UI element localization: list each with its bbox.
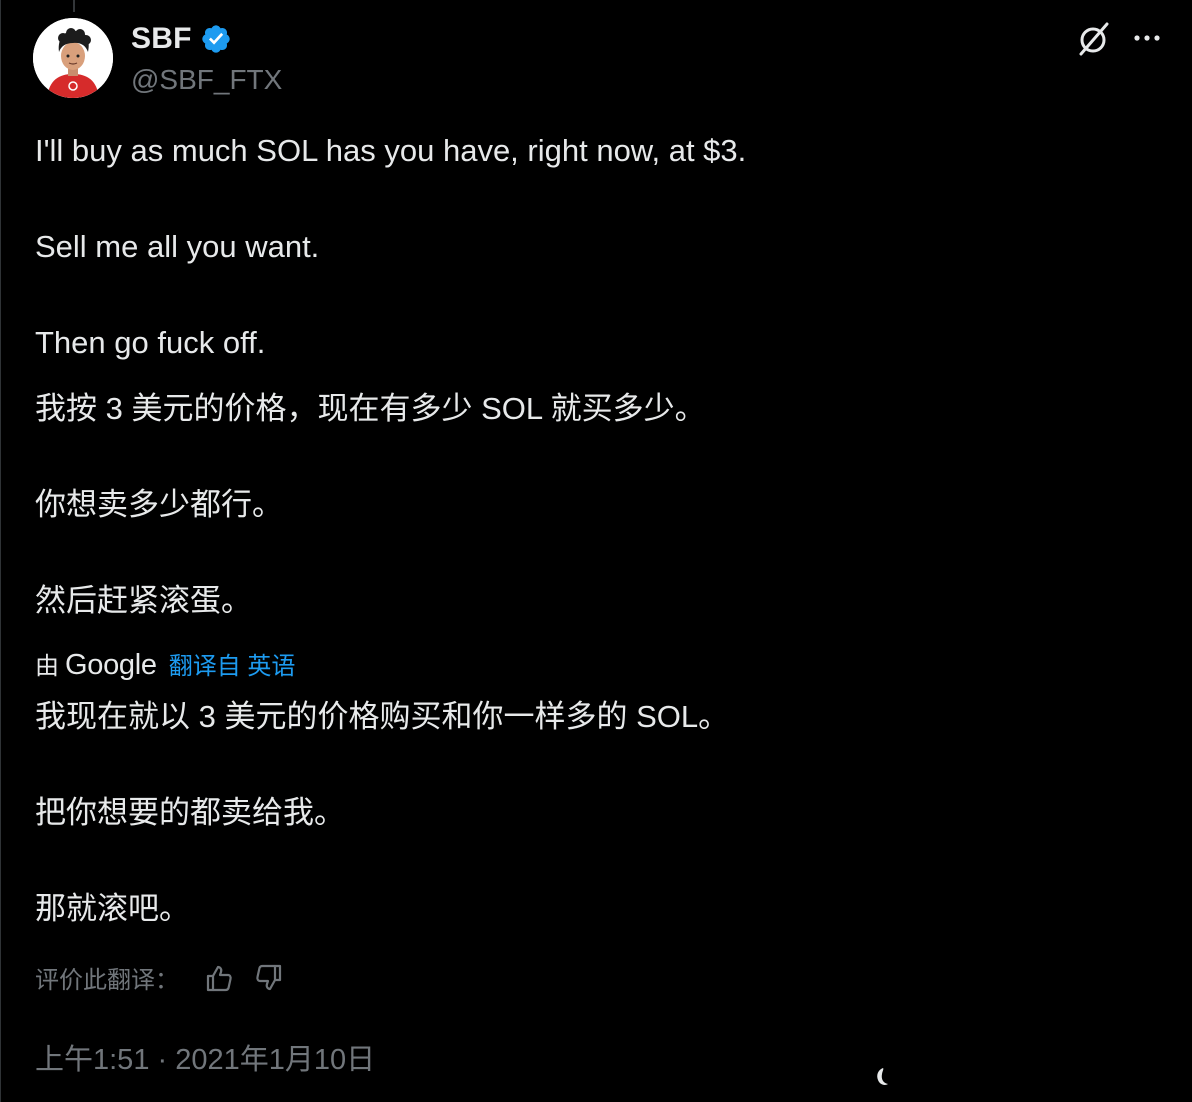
- google-translation-line: 把你想要的都卖给我。: [35, 795, 345, 830]
- rate-translation-label: 评价此翻译：: [35, 967, 179, 994]
- tweet-text-line: Then go fuck off.: [35, 325, 266, 360]
- grok-icon[interactable]: [1075, 20, 1113, 58]
- author-handle[interactable]: @SBF_FTX: [131, 64, 282, 96]
- rate-translation-row: 评价此翻译：: [35, 960, 285, 995]
- google-translation-line: 那就滚吧。: [35, 891, 190, 926]
- tweet-text-line: Sell me all you want.: [35, 229, 320, 264]
- thread-connector: [73, 0, 75, 12]
- thumbs-down-icon[interactable]: [253, 962, 285, 994]
- translation-attribution: 由 Google 翻译自 英语: [35, 646, 295, 682]
- tweet-text-line: I'll buy as much SOL has you have, right…: [35, 133, 747, 168]
- google-logo: Google: [65, 649, 157, 681]
- translated-text-line: 你想卖多少都行。: [35, 487, 283, 522]
- attribution-by: 由: [35, 653, 59, 680]
- avatar-image: [33, 18, 113, 98]
- author-display-name[interactable]: SBF: [131, 22, 192, 56]
- google-translation-line: 我现在就以 3 美元的价格购买和你一样多的 SOL。: [35, 699, 730, 734]
- translated-text-line: 然后赶紧滚蛋。: [35, 583, 252, 618]
- tweet-card: SBF @SBF_FTX I'll buy as much SOL has yo…: [0, 0, 1192, 1102]
- mouse-cursor-icon: [877, 1068, 888, 1085]
- translated-from-link[interactable]: 翻译自 英语: [169, 646, 296, 681]
- avatar[interactable]: [33, 18, 113, 98]
- author-name-row[interactable]: SBF: [131, 22, 232, 56]
- verified-badge-icon[interactable]: [200, 23, 232, 55]
- more-options-icon[interactable]: [1129, 20, 1165, 56]
- tweet-timestamp[interactable]: 上午1:51 · 2021年1月10日: [35, 1036, 375, 1078]
- translated-text-line: 我按 3 美元的价格，现在有多少 SOL 就买多少。: [35, 391, 706, 426]
- thumbs-up-icon[interactable]: [203, 962, 235, 994]
